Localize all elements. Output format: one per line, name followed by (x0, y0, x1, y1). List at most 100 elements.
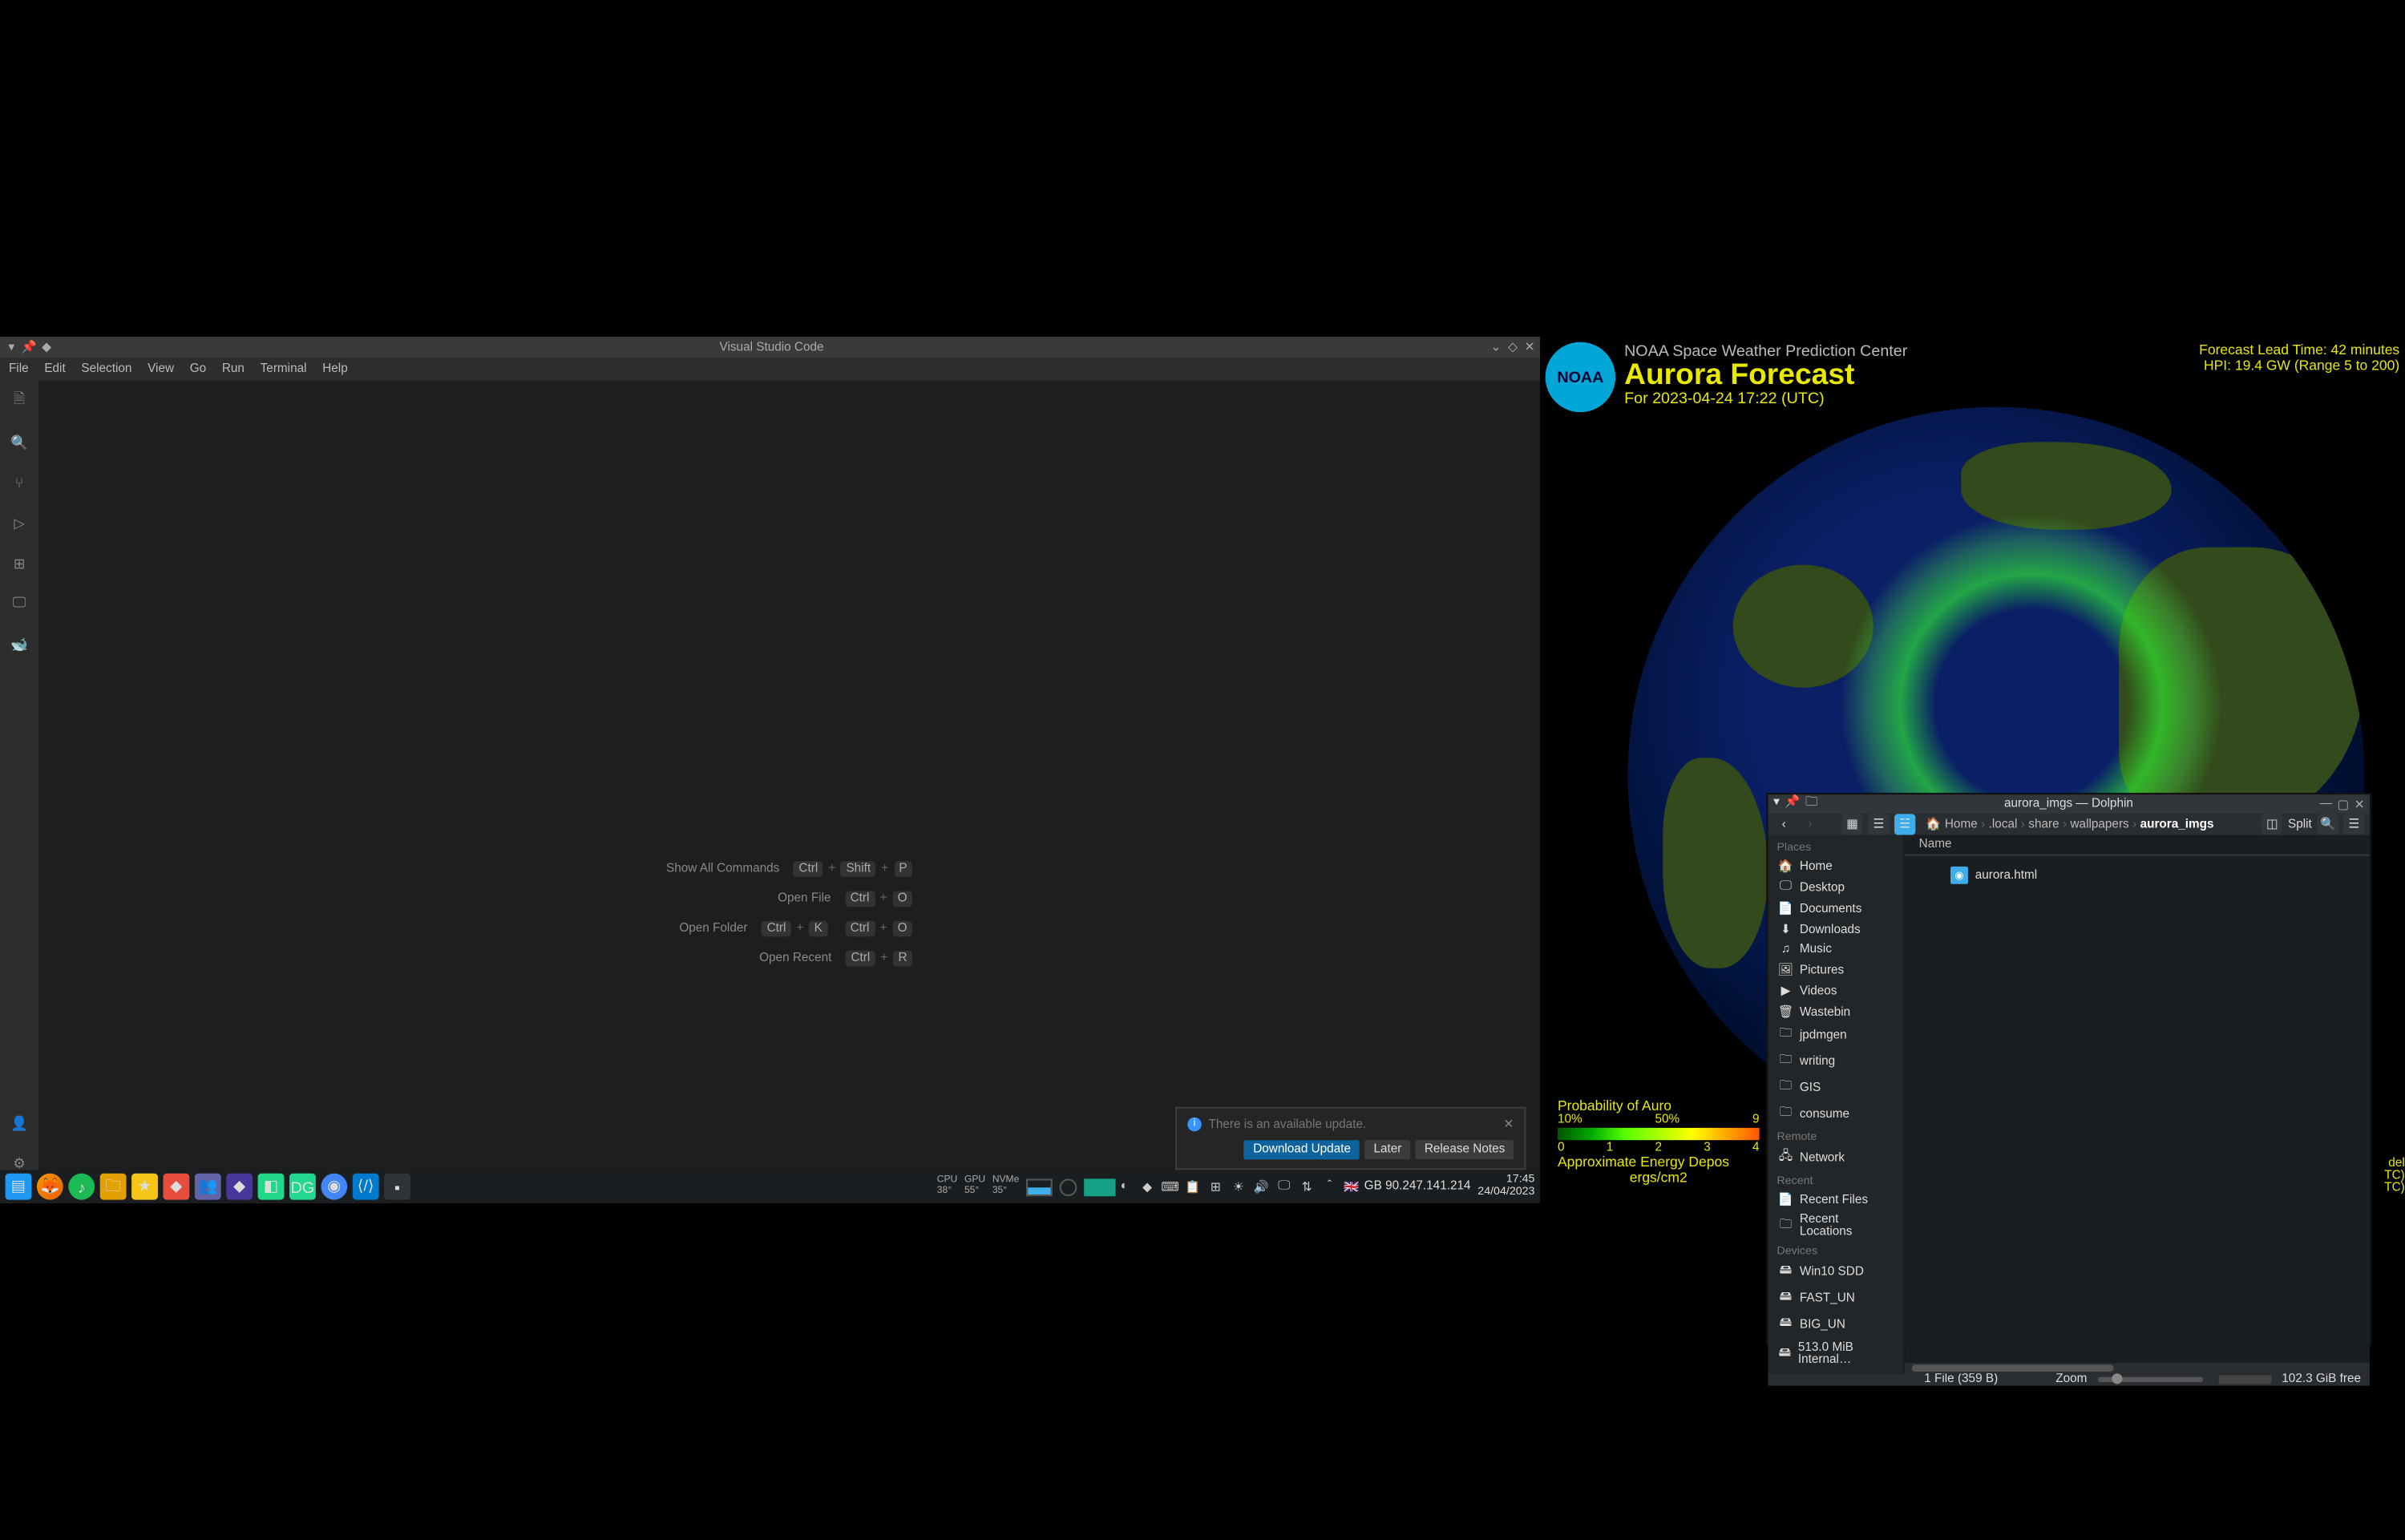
sidebar-item[interactable]: 🖧Network (1768, 1146, 1903, 1172)
search-icon[interactable]: 🔍 (2317, 814, 2338, 835)
display-icon[interactable]: 🖵 (1275, 1178, 1293, 1195)
folder-icon: 🖴 (1779, 1263, 1793, 1282)
pycharm-icon[interactable]: ◧ (258, 1174, 285, 1200)
vscode-task-icon[interactable]: ⟨/⟩ (353, 1174, 379, 1200)
volume-icon[interactable]: 🔊 (1252, 1178, 1270, 1195)
menu-edit[interactable]: Edit (41, 363, 69, 375)
hamburger-menu-icon[interactable]: ☰ (2343, 814, 2364, 835)
chromium-icon[interactable]: ◉ (321, 1174, 347, 1200)
pin-icon[interactable]: 📌 (22, 342, 34, 354)
menu-view[interactable]: View (144, 363, 178, 375)
forward-button[interactable]: › (1800, 814, 1821, 835)
back-button[interactable]: ‹ (1773, 814, 1794, 835)
brightness-icon[interactable]: ☀ (1230, 1178, 1247, 1195)
datagrip-icon[interactable]: DG (289, 1174, 316, 1200)
folder-icon: 🗀 (1779, 1053, 1793, 1072)
release-notes-button[interactable]: Release Notes (1416, 1140, 1514, 1159)
window-menu-icon[interactable]: ▾ (1773, 794, 1780, 814)
tray-icon[interactable]: ◆ (1138, 1178, 1156, 1195)
file-item[interactable]: ◉ aurora.html (1912, 863, 2363, 887)
later-button[interactable]: Later (1365, 1140, 1411, 1159)
clipboard-icon[interactable]: 📋 (1184, 1178, 1202, 1195)
search-icon[interactable]: 🔍 (7, 430, 32, 455)
folder-icon: 🖧 (1779, 1149, 1793, 1168)
close-icon[interactable]: ✕ (1503, 1118, 1514, 1132)
sidebar-item[interactable]: 🖼Pictures (1768, 960, 1903, 980)
menu-run[interactable]: Run (218, 363, 248, 375)
split-label[interactable]: Split (2288, 819, 2312, 831)
split-view-icon[interactable]: ◫ (2262, 814, 2282, 835)
sidebar-item[interactable]: 🖴BIG_UN (1768, 1312, 1903, 1339)
sidebar-item[interactable]: ▶Videos (1768, 980, 1903, 1001)
chevron-up-icon[interactable]: ˆ (1321, 1178, 1339, 1195)
legend-energy-label: Approximate Energy Depos (1558, 1154, 1760, 1170)
files-icon[interactable]: 🗀 (100, 1174, 127, 1200)
menu-go[interactable]: Go (186, 363, 209, 375)
aurora-org: NOAA Space Weather Prediction Center (1624, 342, 1907, 360)
sidebar-item[interactable]: 🗀jpdmgen (1768, 1023, 1903, 1049)
network-icon[interactable]: ⇅ (1298, 1178, 1316, 1195)
run-debug-icon[interactable]: ▷ (7, 511, 32, 536)
horizontal-scrollbar[interactable] (1905, 1363, 2370, 1373)
sidebar-item[interactable]: 🗀consume (1768, 1101, 1903, 1128)
window-menu-icon[interactable]: ▾ (6, 342, 18, 354)
sidebar-item[interactable]: ⬇Downloads (1768, 920, 1903, 940)
menu-selection[interactable]: Selection (78, 363, 135, 375)
sidebar-item[interactable]: 🖵Desktop (1768, 877, 1903, 898)
sidebar-item[interactable]: 📄Recent Files (1768, 1189, 1903, 1210)
close-icon[interactable]: ✕ (1525, 340, 1535, 354)
sidebar-item[interactable]: 🗀GIS (1768, 1075, 1903, 1101)
icons-view-button[interactable]: ▦ (1841, 814, 1862, 835)
menu-file[interactable]: File (6, 363, 32, 375)
sidebar-item[interactable]: ♫Music (1768, 940, 1903, 960)
sidebar-item[interactable]: 🖴Win10 SDD (1768, 1259, 1903, 1286)
maximize-icon[interactable]: ▢ (2338, 797, 2349, 811)
terminal-icon[interactable]: ▪ (384, 1174, 410, 1200)
close-icon[interactable]: ✕ (2354, 797, 2365, 811)
pin-icon[interactable]: 📌 (1785, 794, 1800, 814)
sidebar-item[interactable]: 🗀Recent Locations (1768, 1211, 1903, 1242)
tray-icon[interactable]: ◐ (1116, 1178, 1134, 1195)
spotify-icon[interactable]: ♪ (68, 1174, 95, 1200)
home-icon[interactable]: 🏠 (1926, 818, 1941, 832)
teams-icon[interactable]: 👥 (195, 1174, 221, 1200)
sidebar-item[interactable]: 🗀writing (1768, 1049, 1903, 1075)
explorer-icon[interactable]: 🗎 (7, 390, 32, 414)
compact-view-button[interactable]: ☰ (1868, 814, 1889, 835)
file-list[interactable]: ◉ aurora.html (1905, 856, 2370, 1363)
maximize-icon[interactable]: ◇ (1508, 340, 1518, 354)
zoom-slider[interactable] (2098, 1377, 2203, 1383)
docker-icon[interactable]: 🐋 (7, 632, 32, 657)
minimize-icon[interactable]: ⌄ (1490, 340, 1501, 354)
app-icon-6[interactable]: ◆ (163, 1174, 189, 1200)
source-control-icon[interactable]: ⑂ (7, 470, 32, 495)
column-header-name[interactable]: Name (1905, 835, 2370, 855)
keyboard-icon[interactable]: ⌨ (1161, 1178, 1178, 1195)
menu-terminal[interactable]: Terminal (257, 363, 310, 375)
sidebar-item[interactable]: 🖴FAST_UN (1768, 1286, 1903, 1312)
menu-help[interactable]: Help (319, 363, 351, 375)
obsidian-icon[interactable]: ◆ (226, 1174, 253, 1200)
sidebar-item[interactable]: 📄Documents (1768, 898, 1903, 919)
sidebar-item[interactable]: 🏠Home (1768, 856, 1903, 877)
vscode-window: ▾ 📌 ◆ Visual Studio Code ⌄ ◇ ✕ File Edit… (0, 337, 1540, 1203)
dolphin-toolbar: ‹ › ▦ ☰ ☱ 🏠 Home› .local› share› wallpap… (1768, 814, 2370, 835)
folder-icon: 🖴 (1779, 1344, 1791, 1364)
minimize-icon[interactable]: — (2320, 797, 2332, 811)
extensions-icon[interactable]: ⊞ (7, 551, 32, 576)
app-icon-5[interactable]: ★ (131, 1174, 158, 1200)
folder-icon: 🖵 (1779, 880, 1793, 895)
accounts-icon[interactable]: 👤 (7, 1110, 32, 1135)
download-update-button[interactable]: Download Update (1244, 1140, 1360, 1159)
sidebar-item[interactable]: 🗑Wastebin (1768, 1001, 1903, 1022)
app-launcher-icon[interactable]: ▤ (6, 1174, 32, 1200)
tray-icon[interactable]: ⊞ (1207, 1178, 1224, 1195)
sidebar-item[interactable]: 🖴513.0 MiB Internal… (1768, 1338, 1903, 1369)
folder-icon: 🗀 (1779, 1216, 1793, 1235)
remote-explorer-icon[interactable]: 🖵 (7, 591, 32, 616)
firefox-icon[interactable]: 🦊 (37, 1174, 63, 1200)
details-view-button[interactable]: ☱ (1894, 814, 1915, 835)
flag-icon[interactable]: 🇬🇧 (1344, 1179, 1359, 1194)
taskbar-clock[interactable]: 17:45 24/04/2023 (1477, 1175, 1534, 1198)
forecast-lead-time: Forecast Lead Time: 42 minutes (2199, 342, 2399, 358)
